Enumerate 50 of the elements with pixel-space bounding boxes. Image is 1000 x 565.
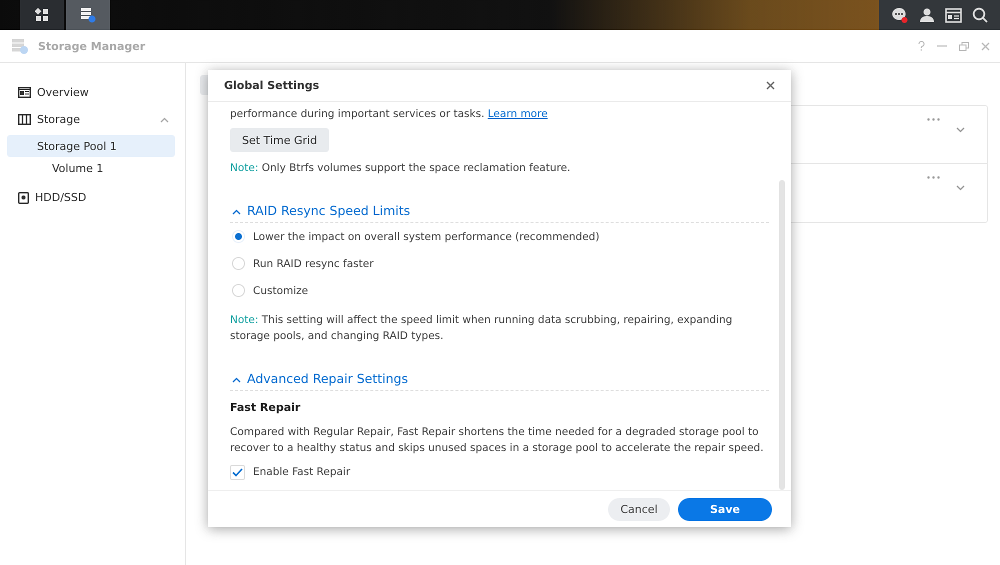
- note-text: Note: Only Btrfs volumes support the space reclamation feature.: [230, 161, 572, 176]
- scrollbar[interactable]: [779, 180, 785, 490]
- radio-label: Customize: [253, 284, 308, 298]
- storage-app-icon: [10, 37, 30, 55]
- sidebar-item[interactable]: Storage Pool 1: [7, 135, 175, 157]
- checkbox-label: Enable Fast Repair: [253, 465, 350, 480]
- chat-icon[interactable]: [891, 6, 909, 24]
- more-icon[interactable]: [927, 118, 940, 121]
- storage-app-icon: [80, 7, 96, 23]
- sidebar-item[interactable]: Overview: [0, 79, 185, 106]
- restore-icon[interactable]: [959, 42, 969, 50]
- window-title: Storage Manager: [38, 40, 146, 52]
- chevron-icon[interactable]: [232, 208, 241, 214]
- intro-text: performance during important services or tasks. Learn more: [230, 107, 549, 122]
- search-icon[interactable]: [972, 7, 988, 23]
- hard-drive-icon: [18, 192, 29, 204]
- chevron-icon[interactable]: [160, 117, 169, 123]
- close-icon[interactable]: [766, 81, 775, 90]
- radio-label: Lower the impact on overall system performance (recommended): [253, 230, 600, 244]
- radio-button[interactable]: [232, 230, 245, 243]
- subheading: Fast Repair: [230, 401, 302, 414]
- more-icon[interactable]: [927, 176, 940, 179]
- columns-icon: [18, 114, 31, 125]
- save-button[interactable]: Save: [678, 498, 772, 520]
- dashboard-icon: [18, 87, 31, 98]
- cancel-button[interactable]: Cancel: [608, 498, 670, 520]
- grid-icon: [35, 8, 49, 22]
- dialog-title: Global Settings: [224, 79, 320, 92]
- main-menu-button[interactable]: [20, 0, 64, 30]
- chevron-icon[interactable]: [232, 376, 241, 382]
- storage-app-button[interactable]: [66, 0, 110, 30]
- radio-button[interactable]: [232, 257, 245, 270]
- sidebar-item[interactable]: Storage: [0, 106, 185, 133]
- radio-label: Run RAID resync faster: [253, 256, 374, 272]
- radio-button[interactable]: [232, 284, 245, 297]
- widget-icon[interactable]: [945, 8, 962, 22]
- description-text: Compared with Regular Repair, Fast Repair shortens the time needed for a degraded storage pool to recover to a healthy status and skips unused spaces in a storage pool to accelerate the repair speed.: [230, 425, 765, 456]
- chevron-icon[interactable]: [956, 127, 965, 133]
- help-icon[interactable]: [918, 41, 925, 51]
- section-header[interactable]: Advanced Repair Settings: [230, 366, 769, 391]
- sidebar-item[interactable]: HDD/SSD: [0, 184, 185, 211]
- section-header[interactable]: RAID Resync Speed Limits: [230, 198, 769, 223]
- minimize-icon[interactable]: [937, 45, 947, 47]
- learn-more-link[interactable]: Learn more: [488, 108, 548, 120]
- chevron-icon[interactable]: [956, 185, 965, 191]
- checkbox[interactable]: [230, 464, 245, 480]
- set-time-grid-button[interactable]: Set Time Grid: [230, 128, 330, 152]
- user-icon[interactable]: [919, 7, 935, 23]
- note-text: Note: This setting will affect the speed limit when running data scrubbing, repairing, expanding storage pools, and changing RAID types.: [230, 313, 734, 344]
- sidebar-item[interactable]: Volume 1: [0, 157, 185, 179]
